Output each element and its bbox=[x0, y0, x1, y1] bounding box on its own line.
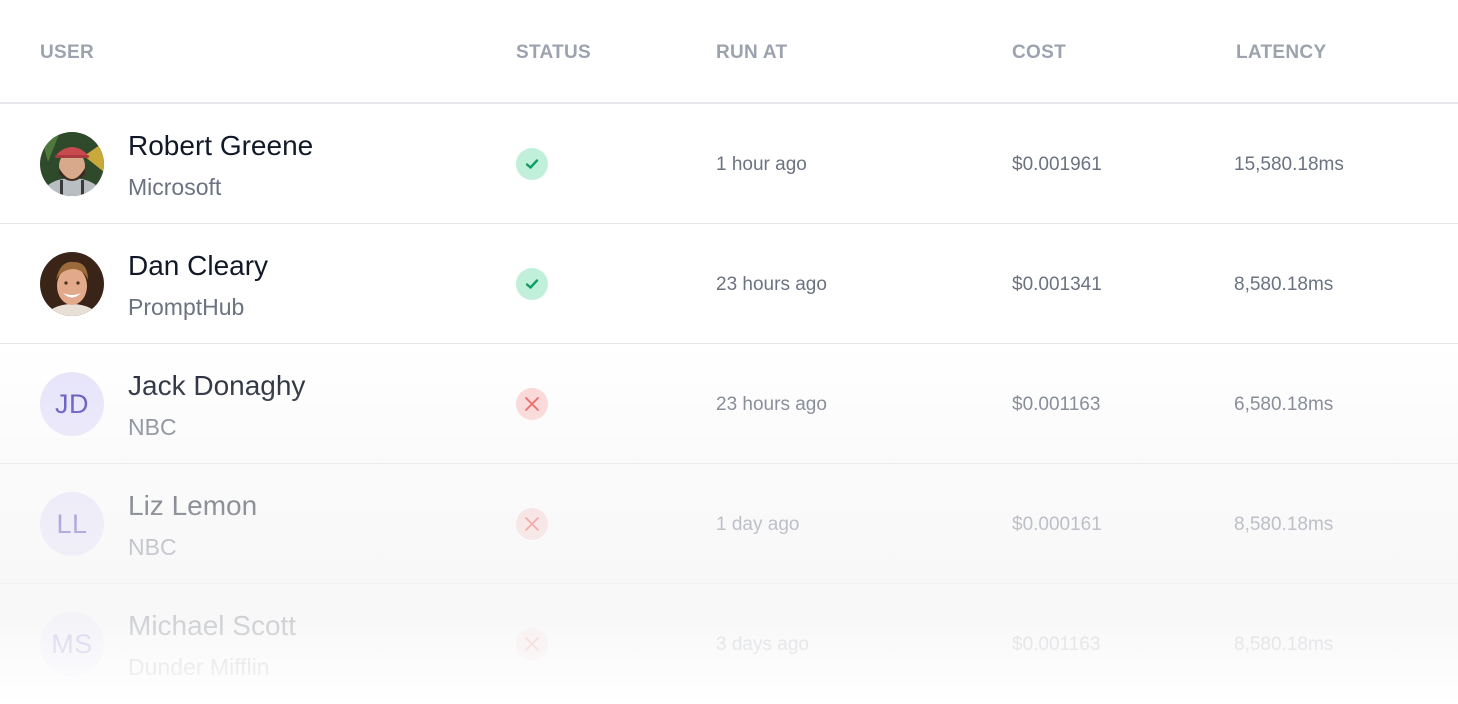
check-icon bbox=[525, 279, 539, 289]
cost-value: $0.001163 bbox=[1012, 634, 1101, 655]
run-at-value: 1 hour ago bbox=[716, 154, 807, 175]
column-header-latency[interactable]: LATENCY bbox=[1236, 42, 1326, 64]
column-header-cost[interactable]: COST bbox=[1012, 42, 1066, 64]
table-row[interactable]: MS Michael Scott Dunder Mifflin 3 days a… bbox=[0, 584, 1458, 704]
table-row[interactable]: LL Liz Lemon NBC 1 day ago $0.000161 8,5… bbox=[0, 464, 1458, 584]
cost-value: $0.001341 bbox=[1012, 274, 1102, 295]
avatar bbox=[40, 252, 104, 316]
user-company: Microsoft bbox=[128, 174, 222, 200]
user-company: NBC bbox=[128, 534, 177, 560]
user-name: Liz Lemon bbox=[128, 490, 258, 521]
run-at-value: 23 hours ago bbox=[716, 274, 827, 295]
status-badge-failed bbox=[516, 388, 548, 420]
status-badge-failed bbox=[516, 628, 548, 660]
cost-value: $0.000161 bbox=[1012, 514, 1102, 535]
table-header: USER STATUS RUN AT COST LATENCY bbox=[0, 0, 1458, 104]
user-photo-icon bbox=[40, 132, 104, 196]
status-badge-success bbox=[516, 268, 548, 300]
column-header-status[interactable]: STATUS bbox=[516, 42, 591, 64]
table-row[interactable]: Robert Greene Microsoft 1 hour ago $0.00… bbox=[0, 104, 1458, 224]
runs-table: USER STATUS RUN AT COST LATENCY Robert G… bbox=[0, 0, 1458, 704]
cost-value: $0.001163 bbox=[1012, 394, 1101, 415]
avatar-initials: LL bbox=[40, 492, 104, 556]
user-name: Robert Greene bbox=[128, 130, 314, 161]
user-company: NBC bbox=[128, 414, 177, 440]
avatar-initials: MS bbox=[40, 612, 104, 676]
user-name: Michael Scott bbox=[128, 610, 297, 641]
column-header-user[interactable]: USER bbox=[40, 42, 94, 64]
latency-value: 6,580.18ms bbox=[1234, 394, 1334, 415]
avatar bbox=[40, 132, 104, 196]
status-badge-failed bbox=[516, 508, 548, 540]
latency-value: 8,580.18ms bbox=[1234, 634, 1334, 655]
column-header-run-at[interactable]: RUN AT bbox=[716, 42, 787, 64]
x-icon bbox=[525, 637, 539, 651]
user-company: PromptHub bbox=[128, 294, 245, 320]
x-icon bbox=[525, 397, 539, 411]
run-at-value: 3 days ago bbox=[716, 634, 809, 655]
latency-value: 8,580.18ms bbox=[1234, 514, 1334, 535]
table-row[interactable]: JD Jack Donaghy NBC 23 hours ago $0.0011… bbox=[0, 344, 1458, 464]
user-name: Dan Cleary bbox=[128, 250, 269, 281]
run-at-value: 1 day ago bbox=[716, 514, 800, 535]
cost-value: $0.001961 bbox=[1012, 154, 1102, 175]
status-badge-success bbox=[516, 148, 548, 180]
latency-value: 8,580.18ms bbox=[1234, 274, 1334, 295]
user-company: Dunder Mifflin bbox=[128, 654, 270, 680]
avatar-initials: JD bbox=[40, 372, 104, 436]
user-name: Jack Donaghy bbox=[128, 370, 306, 401]
user-photo-icon bbox=[40, 252, 104, 316]
latency-value: 15,580.18ms bbox=[1234, 154, 1344, 175]
table-row[interactable]: Dan Cleary PromptHub 23 hours ago $0.001… bbox=[0, 224, 1458, 344]
check-icon bbox=[525, 159, 539, 169]
run-at-value: 23 hours ago bbox=[716, 394, 827, 415]
x-icon bbox=[525, 517, 539, 531]
